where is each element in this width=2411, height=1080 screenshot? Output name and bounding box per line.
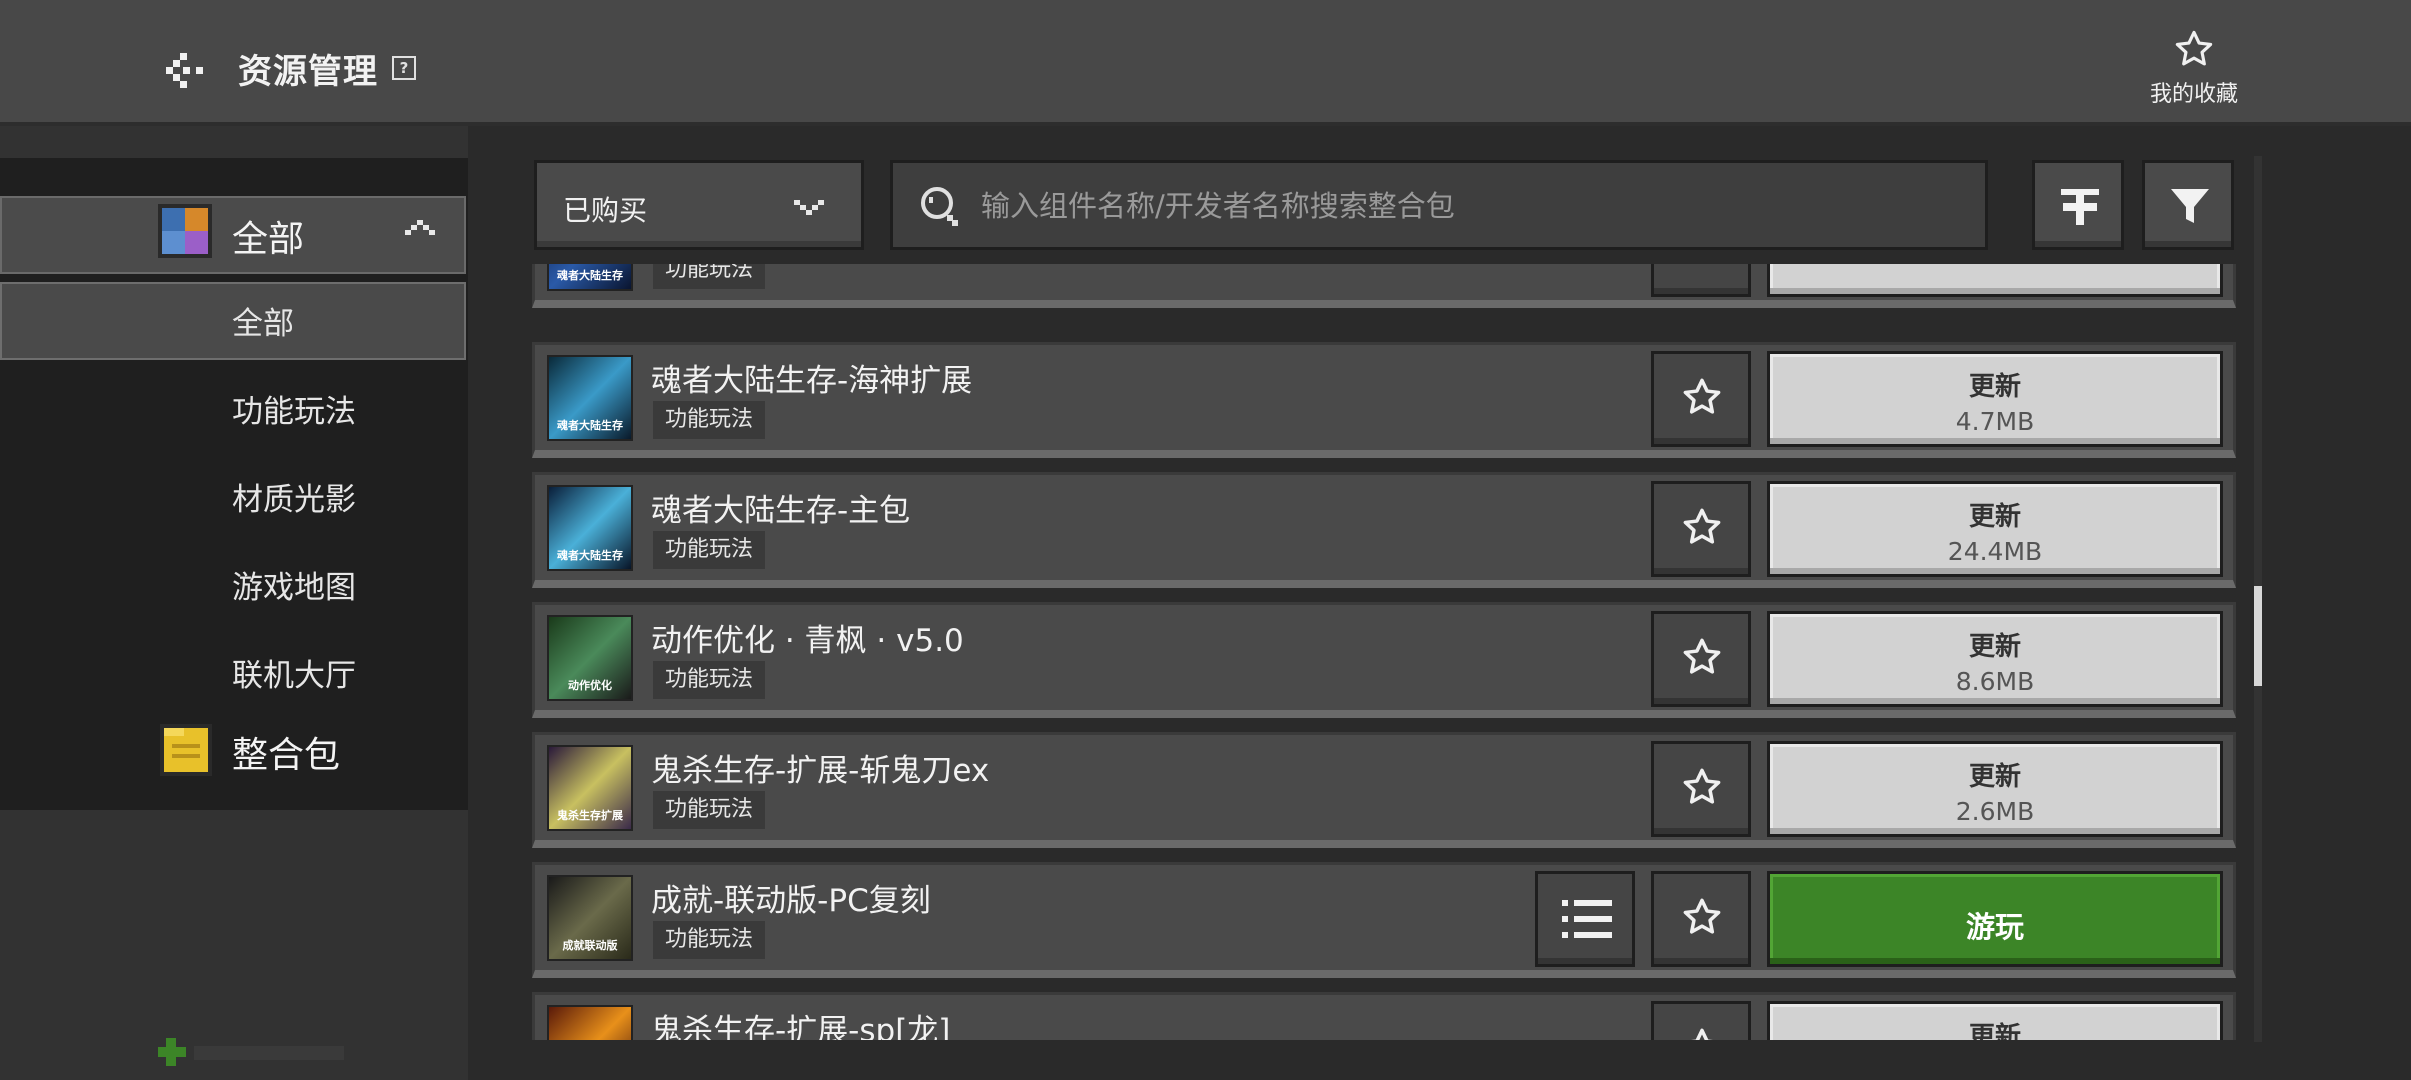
thumbnail-caption: 魂者大陆生存 — [557, 269, 623, 282]
star-icon — [1691, 1028, 1713, 1040]
list-item[interactable]: 魂者大陆生存 魂者大陆生存-海神扩展 功能玩法 更新 4.7MB — [532, 342, 2236, 458]
filter-funnel-icon — [2171, 189, 2209, 223]
chevron-down-icon — [794, 200, 824, 215]
sidebar-item-gameplay[interactable]: 功能玩法 — [232, 386, 356, 431]
favorite-button[interactable] — [1651, 1001, 1751, 1040]
item-tag: 功能玩法 — [653, 921, 766, 959]
update-button[interactable]: 更新 — [1767, 1001, 2223, 1040]
update-button[interactable]: 3.5MB — [1767, 264, 2223, 297]
header-bar: 资源管理 ? 我的收藏 — [0, 0, 2411, 126]
list-item[interactable]: 鬼杀生存-扩展-sp[龙]功能玩法更新 — [532, 992, 2236, 1040]
thumbnail-caption: 鬼杀生存扩展 — [557, 809, 623, 822]
list-item[interactable]: 魂者大陆生存 功能玩法 3.5MB — [532, 264, 2236, 308]
thumbnail-caption: 魂者大陆生存 — [557, 549, 623, 562]
star-icon — [1683, 638, 1721, 674]
thumbnail-caption: 动作优化 — [568, 679, 612, 692]
list-item[interactable]: 魂者大陆生存 魂者大陆生存-主包 功能玩法 更新 24.4MB — [532, 472, 2236, 588]
sidebar-category-label: 全部 — [232, 219, 305, 260]
list-item[interactable]: 鬼杀生存扩展 鬼杀生存-扩展-斩鬼刀ex 功能玩法 更新 2.6MB — [532, 732, 2236, 848]
add-resource-icon[interactable] — [158, 1038, 348, 1066]
back-arrow-icon[interactable] — [166, 50, 210, 90]
star-icon — [2175, 30, 2213, 66]
favorite-button[interactable] — [1651, 871, 1751, 967]
action-label: 更新 — [1968, 1022, 2021, 1040]
item-tag: 功能玩法 — [653, 661, 766, 699]
action-label: 更新 — [1968, 502, 2021, 532]
favorite-button[interactable] — [1651, 481, 1751, 577]
update-button[interactable]: 更新 2.6MB — [1767, 741, 2223, 837]
sidebar-pack-label[interactable]: 整合包 — [232, 726, 340, 778]
action-label: 游玩 — [1965, 910, 2024, 944]
action-label: 更新 — [1968, 762, 2021, 792]
pack-thumbnail[interactable]: 魂者大陆生存 — [547, 485, 633, 571]
filter-dropdown[interactable]: 已购买 — [534, 160, 864, 250]
filter-dropdown-value: 已购买 — [563, 194, 648, 227]
pack-thumbnail[interactable] — [547, 1005, 633, 1040]
item-name: 动作优化 · 青枫 · v5.0 — [651, 623, 964, 659]
sidebar: 全部 全部 功能玩法 材质光影 游戏地图 联机大厅 整合包 — [0, 126, 468, 1080]
list-scrollbar[interactable] — [2254, 156, 2262, 1042]
category-blocks-icon — [158, 204, 212, 258]
pin-to-top-icon — [2061, 189, 2099, 225]
star-icon — [1683, 898, 1721, 934]
play-button[interactable]: 游玩 — [1767, 871, 2223, 967]
favorite-button[interactable] — [1651, 741, 1751, 837]
item-name: 成就-联动版-PC复刻 — [651, 883, 931, 919]
star-icon — [1683, 378, 1721, 414]
item-tag: 功能玩法 — [653, 791, 766, 829]
pack-folder-icon — [160, 724, 212, 776]
file-size: 2.6MB — [1955, 797, 2035, 826]
thumbnail-caption: 成就联动版 — [562, 939, 618, 952]
sidebar-category-group: 全部 全部 功能玩法 材质光影 游戏地图 联机大厅 — [0, 158, 468, 810]
pack-thumbnail[interactable]: 魂者大陆生存 — [547, 355, 633, 441]
update-button[interactable]: 更新 8.6MB — [1767, 611, 2223, 707]
chevron-up-icon[interactable] — [404, 218, 436, 238]
favorite-button[interactable] — [1651, 264, 1751, 297]
item-tag: 功能玩法 — [653, 401, 766, 439]
list-item[interactable]: 动作优化 动作优化 · 青枫 · v5.0 功能玩法 更新 8.6MB — [532, 602, 2236, 718]
pack-thumbnail[interactable]: 成就联动版 — [547, 875, 633, 961]
favorites-button[interactable]: 我的收藏 — [2134, 24, 2254, 114]
sidebar-item-maps[interactable]: 游戏地图 — [232, 562, 356, 607]
star-icon — [1683, 768, 1721, 804]
file-size: 8.6MB — [1955, 667, 2035, 696]
list-item[interactable]: 成就联动版 成就-联动版-PC复刻 功能玩法 游玩 — [532, 862, 2236, 978]
file-size: 24.4MB — [1947, 537, 2043, 566]
item-tag: 功能玩法 — [653, 531, 766, 569]
page-title: 资源管理 — [238, 52, 378, 92]
sidebar-item-textures[interactable]: 材质光影 — [232, 474, 356, 519]
favorite-button[interactable] — [1651, 611, 1751, 707]
star-icon — [1680, 264, 1724, 268]
pack-thumbnail[interactable]: 鬼杀生存扩展 — [547, 745, 633, 831]
pack-thumbnail[interactable]: 魂者大陆生存 — [547, 264, 633, 291]
update-button[interactable]: 更新 24.4MB — [1767, 481, 2223, 577]
update-button[interactable]: 更新 4.7MB — [1767, 351, 2223, 447]
file-size: 4.7MB — [1955, 407, 2035, 436]
sidebar-item-all[interactable]: 全部 — [232, 298, 294, 343]
thumbnail-caption: 魂者大陆生存 — [557, 419, 623, 432]
sort-top-button[interactable] — [2032, 160, 2124, 250]
star-icon — [1683, 508, 1721, 544]
favorites-label: 我的收藏 — [2149, 82, 2238, 107]
item-tag: 功能玩法 — [653, 264, 766, 289]
resource-list[interactable]: 魂者大陆生存功能玩法3.5MB魂者大陆生存魂者大陆生存-海神扩展功能玩法更新4.… — [530, 264, 2238, 1040]
search-box[interactable] — [890, 160, 1988, 250]
filter-button[interactable] — [2142, 160, 2234, 250]
list-menu-icon — [1562, 900, 1612, 938]
item-menu-button[interactable] — [1535, 871, 1635, 967]
sidebar-item-lobby[interactable]: 联机大厅 — [232, 650, 356, 695]
action-label: 更新 — [1968, 632, 2021, 662]
item-name: 鬼杀生存-扩展-sp[龙] — [651, 1013, 951, 1040]
item-name: 魂者大陆生存-主包 — [651, 493, 911, 529]
favorite-button[interactable] — [1651, 351, 1751, 447]
help-icon[interactable]: ? — [392, 56, 416, 80]
scrollbar-thumb[interactable] — [2254, 586, 2262, 686]
pack-thumbnail[interactable]: 动作优化 — [547, 615, 633, 701]
search-input[interactable] — [979, 181, 1963, 231]
action-label: 更新 — [1968, 372, 2021, 402]
item-name: 鬼杀生存-扩展-斩鬼刀ex — [651, 753, 990, 789]
search-icon — [921, 187, 958, 226]
item-name: 魂者大陆生存-海神扩展 — [651, 363, 973, 399]
